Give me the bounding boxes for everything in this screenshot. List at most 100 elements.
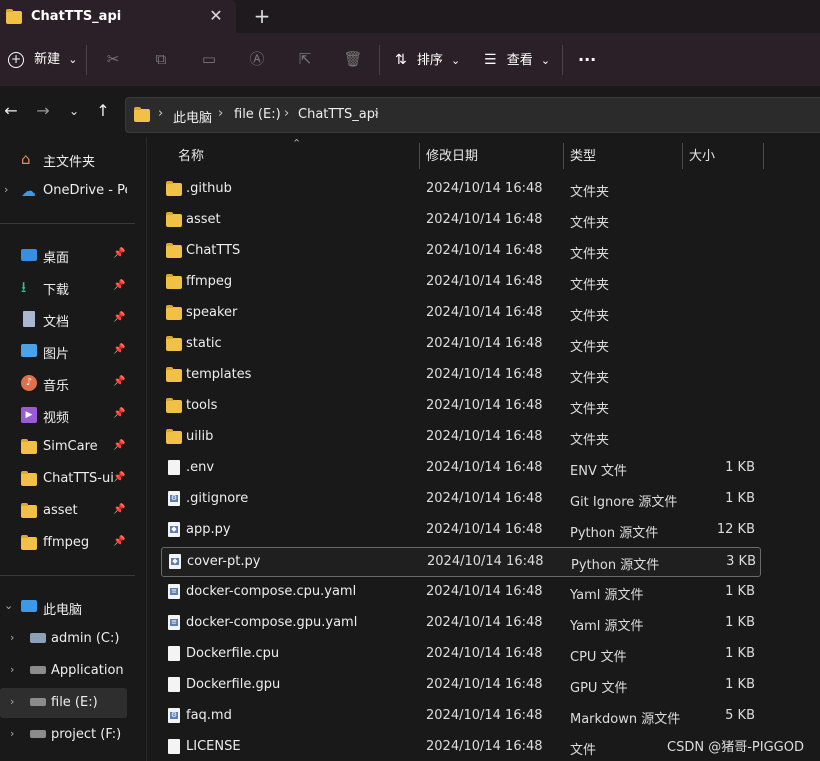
folder-icon (6, 9, 22, 25)
file-type: Yaml 源文件 (570, 588, 644, 603)
column-header-type[interactable]: 类型 (570, 141, 596, 173)
file-row[interactable]: ≡ docker-compose.cpu.yaml 2024/10/14 16:48… (161, 578, 759, 606)
picture-icon (21, 344, 37, 357)
sidebar-item-documents[interactable]: 文档 📌 (0, 304, 127, 334)
file-size: 1 KB (725, 491, 755, 506)
sidebar-item-asset[interactable]: asset 📌 (0, 496, 127, 526)
folder-row[interactable]: templates 2024/10/14 16:48 文件夹 (161, 361, 759, 389)
sidebar-item-videos[interactable]: ▶ 视频 📌 (0, 400, 127, 430)
sidebar-item-pictures[interactable]: 图片 📌 (0, 336, 127, 366)
file-row[interactable]: Dockerfile.gpu 2024/10/14 16:48 GPU 文件 1 KB (161, 671, 759, 699)
crumb-chattts-api[interactable]: ChatTTS_api (298, 107, 379, 122)
pin-icon[interactable]: 📌 (113, 280, 125, 291)
copy-icon[interactable]: ⧉ (151, 49, 171, 69)
file-list: ⌃ 名称 修改日期 类型 大小 .github 2024/10/14 16:48 文… (147, 137, 820, 761)
tab-chattts-api[interactable]: ChatTTS_api ✕ (0, 0, 236, 33)
close-tab-button[interactable]: ✕ (206, 6, 226, 26)
folder-row[interactable]: ChatTTS 2024/10/14 16:48 文件夹 (161, 237, 759, 265)
sidebar-item-onedrive[interactable]: › ☁ OneDrive - Per (0, 176, 127, 206)
folder-row[interactable]: asset 2024/10/14 16:48 文件夹 (161, 206, 759, 234)
sidebar-item-drive-c[interactable]: › admin (C:) (0, 624, 127, 654)
delete-icon[interactable]: 🗑 (343, 49, 363, 69)
sidebar-item-home[interactable]: ⌂ 主文件夹 (0, 144, 127, 174)
column-header-size[interactable]: 大小 (689, 141, 715, 173)
sort-button[interactable]: ⇅ 排序 ⌄ (395, 49, 460, 71)
crumb-this-pc[interactable]: 此电脑 (173, 107, 212, 126)
chevron-right-icon[interactable]: › (10, 663, 14, 676)
file-date: 2024/10/14 16:48 (426, 367, 543, 382)
rename-icon[interactable]: Ⓐ (247, 49, 267, 69)
cut-icon[interactable]: ✂ (103, 49, 123, 69)
file-type: Git Ignore 源文件 (570, 495, 678, 510)
recent-chevron-icon[interactable]: ⌄ (63, 100, 85, 122)
column-divider[interactable] (763, 143, 764, 169)
pin-icon[interactable]: 📌 (113, 376, 125, 387)
file-row[interactable]: ⚙ .gitignore 2024/10/14 16:48 Git Ignore 源文… (161, 485, 759, 513)
file-row[interactable]: Dockerfile.cpu 2024/10/14 16:48 CPU 文件 1 KB (161, 640, 759, 668)
chevron-down-icon: ⌄ (68, 53, 78, 66)
file-row[interactable]: ◆ app.py 2024/10/14 16:48 Python 源文件 12 KB (161, 516, 759, 544)
sidebar-item-label: file (E:) (51, 695, 98, 710)
sidebar-item-drive-application[interactable]: › Application (I (0, 656, 127, 686)
pin-icon[interactable]: 📌 (113, 344, 125, 355)
file-name: asset (186, 212, 221, 227)
file-type: 文件夹 (570, 371, 610, 386)
chevron-down-icon[interactable]: ⌄ (4, 599, 13, 612)
download-icon: ⭳ (21, 278, 27, 296)
sidebar-item-drive-e[interactable]: › file (E:) (0, 688, 127, 718)
view-button[interactable]: ☰ 查看 ⌄ (484, 49, 550, 71)
pin-icon[interactable]: 📌 (113, 440, 125, 451)
folder-row[interactable]: .github 2024/10/14 16:48 文件夹 (161, 175, 759, 203)
folder-row[interactable]: ffmpeg 2024/10/14 16:48 文件夹 (161, 268, 759, 296)
folder-row[interactable]: tools 2024/10/14 16:48 文件夹 (161, 392, 759, 420)
file-type: Python 源文件 (571, 558, 660, 573)
paste-icon[interactable]: ▭ (199, 49, 219, 69)
pin-icon[interactable]: 📌 (113, 312, 125, 323)
file-row[interactable]: ◆ cover-pt.py 2024/10/14 16:48 Python 源文件 3 … (161, 547, 761, 577)
share-icon[interactable]: ⇱ (295, 49, 315, 69)
up-arrow-icon[interactable]: ↑ (92, 100, 114, 122)
pin-icon[interactable]: 📌 (113, 504, 125, 515)
folder-row[interactable]: uilib 2024/10/14 16:48 文件夹 (161, 423, 759, 451)
chevron-right-icon[interactable]: › (10, 631, 14, 644)
pin-icon[interactable]: 📌 (113, 248, 125, 259)
column-divider[interactable] (419, 143, 420, 169)
back-arrow-icon[interactable]: ← (0, 100, 22, 122)
column-header-date[interactable]: 修改日期 (426, 141, 478, 173)
sidebar-item-downloads[interactable]: ⭳ 下载 📌 (0, 272, 127, 302)
more-button[interactable]: ··· (578, 49, 596, 71)
pin-icon[interactable]: 📌 (113, 472, 125, 483)
column-divider[interactable] (563, 143, 564, 169)
sidebar-item-music[interactable]: ♪ 音乐 📌 (0, 368, 127, 398)
forward-arrow-icon[interactable]: → (32, 100, 54, 122)
address-bar[interactable]: › 此电脑 › file (E:) › ChatTTS_api › (125, 97, 820, 133)
file-date: 2024/10/14 16:48 (426, 243, 543, 258)
folder-row[interactable]: static 2024/10/14 16:48 文件夹 (161, 330, 759, 358)
chevron-right-icon[interactable]: › (10, 727, 14, 740)
folder-icon (166, 181, 182, 197)
sidebar-item-simcare[interactable]: SimCare 📌 (0, 432, 127, 462)
sidebar-item-desktop[interactable]: 桌面 📌 (0, 240, 127, 270)
column-divider[interactable] (682, 143, 683, 169)
crumb-file-e[interactable]: file (E:) (234, 107, 281, 122)
pin-icon[interactable]: 📌 (113, 408, 125, 419)
sidebar-item-chattts-ui[interactable]: ChatTTS-ui- 📌 (0, 464, 127, 494)
view-list-icon: ☰ (484, 52, 497, 68)
file-row[interactable]: ≡ docker-compose.gpu.yaml 2024/10/14 16:48… (161, 609, 759, 637)
file-name: docker-compose.cpu.yaml (186, 584, 357, 599)
sidebar-item-this-pc[interactable]: ⌄ 此电脑 (0, 592, 127, 622)
chevron-right-icon[interactable]: › (4, 183, 8, 196)
column-header-name[interactable]: 名称 (178, 141, 204, 173)
sidebar-item-ffmpeg[interactable]: ffmpeg 📌 (0, 528, 127, 558)
new-button[interactable]: + 新建 ⌄ (8, 49, 78, 71)
folder-icon (166, 243, 182, 259)
pin-icon[interactable]: 📌 (113, 536, 125, 547)
new-tab-button[interactable]: + (252, 6, 272, 26)
folder-row[interactable]: speaker 2024/10/14 16:48 文件夹 (161, 299, 759, 327)
sidebar-item-drive-f[interactable]: › project (F:) (0, 720, 127, 750)
file-row[interactable]: .env 2024/10/14 16:48 ENV 文件 1 KB (161, 454, 759, 482)
file-date: 2024/10/14 16:48 (426, 584, 543, 599)
file-row[interactable]: ⚙ faq.md 2024/10/14 16:48 Markdown 源文件 5 KB (161, 702, 759, 730)
chevron-right-icon[interactable]: › (10, 695, 14, 708)
drive-icon (30, 730, 46, 738)
